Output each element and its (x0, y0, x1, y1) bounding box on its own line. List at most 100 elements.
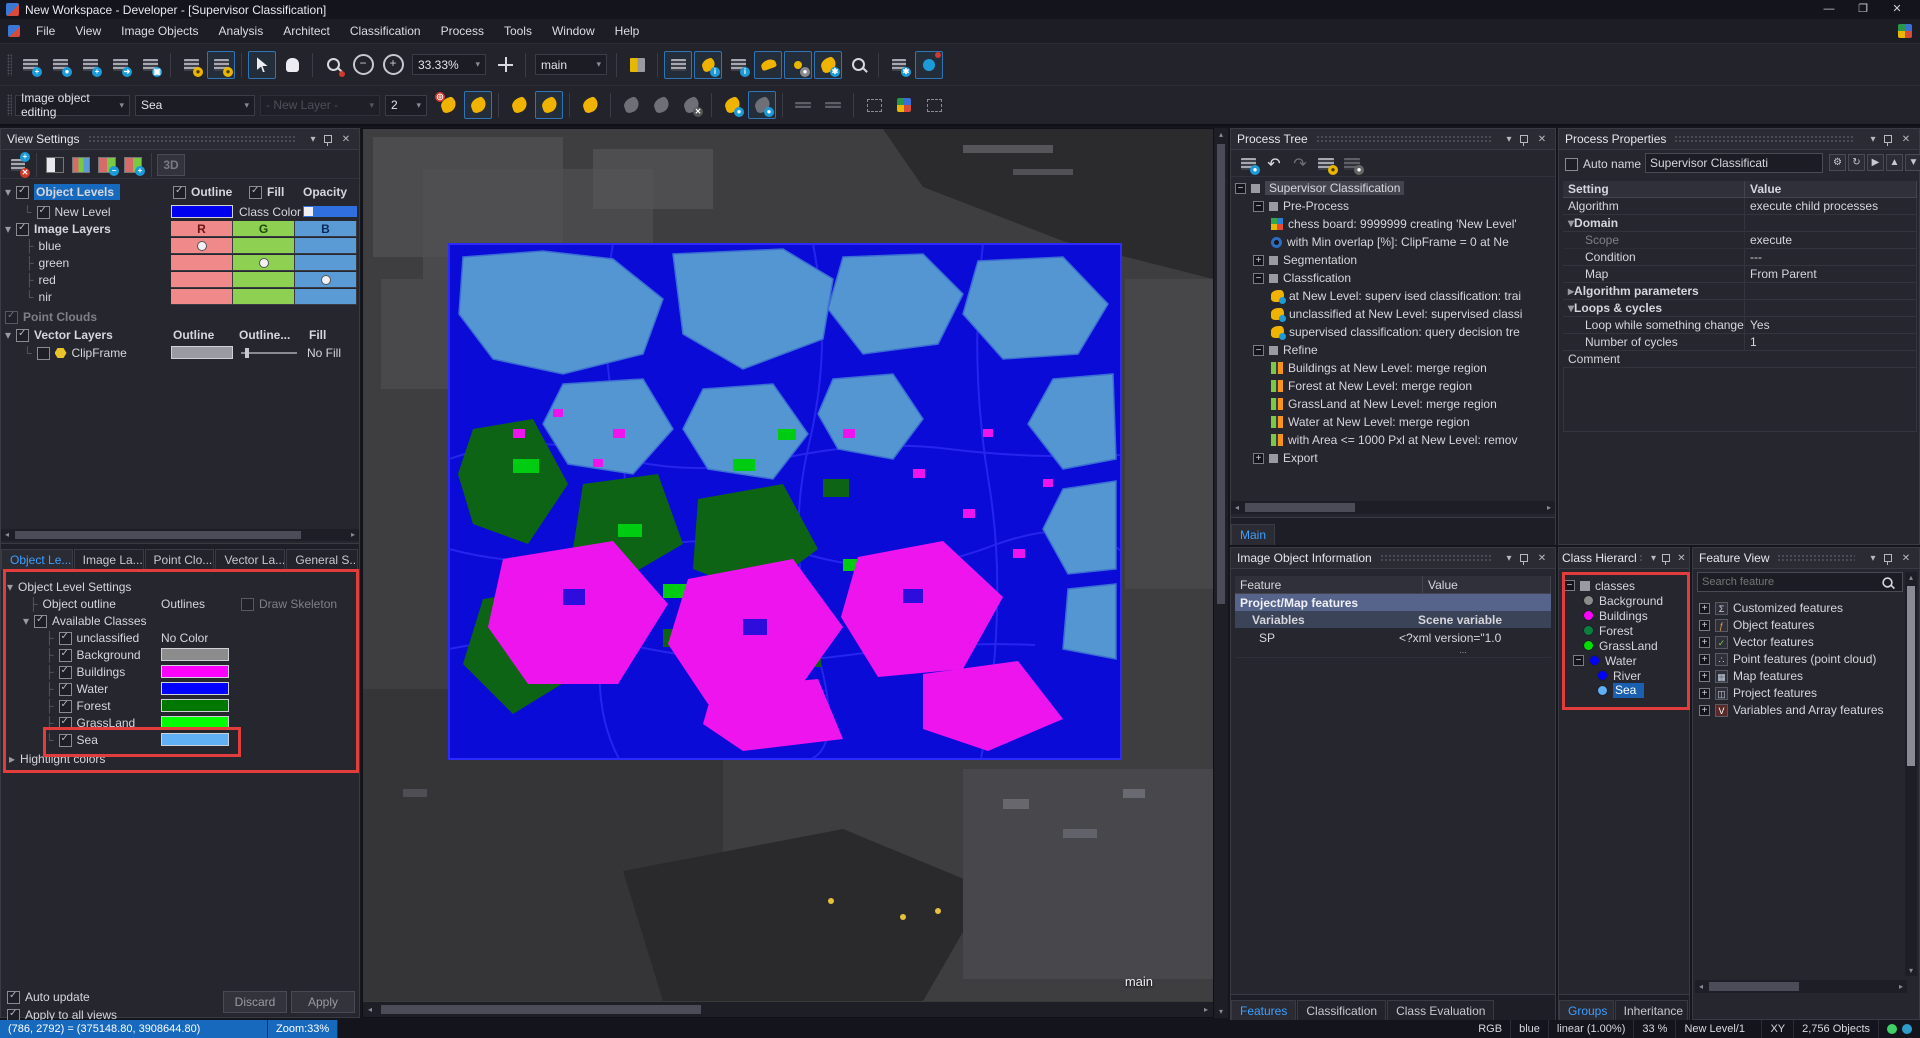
close-panel-icon[interactable]: ✕ (1677, 553, 1686, 564)
move-down-icon[interactable]: ▼ (1905, 154, 1920, 171)
view-samples-icon[interactable]: i (724, 51, 752, 79)
zoom-out-icon[interactable]: − (349, 51, 377, 79)
vector-layers-checkbox[interactable] (16, 329, 29, 342)
level-outline-swatch[interactable] (171, 205, 233, 218)
zoom-level-combo[interactable]: 33.33%▾ (412, 54, 486, 75)
process-row[interactable]: unclassified at New Level: supervised cl… (1231, 305, 1555, 323)
toolbar-grip[interactable] (7, 54, 12, 76)
image-layers-row[interactable]: ▾ Image Layers (5, 221, 111, 237)
edit-level-icon[interactable]: ✕+ (5, 153, 31, 177)
menu-process[interactable]: Process (431, 24, 494, 38)
setting-column-header[interactable]: Setting (1563, 181, 1745, 198)
process-row[interactable]: −Classfication (1231, 269, 1555, 287)
expander-icon[interactable]: ▸ (9, 752, 15, 766)
close-panel-icon[interactable]: ✕ (1899, 134, 1913, 145)
vector-layers-row[interactable]: ▾ Vector Layers (5, 327, 113, 343)
view-layer-icon[interactable] (664, 51, 692, 79)
object-levels-row[interactable]: ▾ Object Levels (5, 184, 120, 200)
remove-layer-view-icon[interactable]: − (94, 153, 120, 177)
threed-view-button[interactable]: 3D (157, 154, 185, 176)
delete-stack-icon[interactable]: ● (1339, 152, 1365, 176)
feature-item-variables[interactable]: +V Variables and Array features (1699, 702, 1884, 718)
measure-icon[interactable] (819, 91, 847, 119)
class-row-background[interactable]: ├ Background (45, 647, 141, 663)
new-level-checkbox[interactable] (37, 206, 50, 219)
vertex-edit-icon[interactable] (789, 91, 817, 119)
cursor-tool-icon[interactable] (248, 51, 276, 79)
status-color-mode[interactable]: RGB (1470, 1020, 1511, 1038)
add-layer-view-icon[interactable]: + (120, 153, 146, 177)
tab-point-clouds[interactable]: Point Clo... (145, 549, 215, 570)
process-name-input[interactable]: Supervisor Classificati (1645, 153, 1823, 173)
layer-combo[interactable]: - New Layer -▾ (260, 95, 380, 116)
outline-width-slider[interactable] (241, 352, 297, 354)
cut-object-icon[interactable]: ✕ (677, 91, 705, 119)
status-percent[interactable]: 33 % (1634, 1020, 1676, 1038)
draw-polygon-icon[interactable] (915, 51, 943, 79)
tab-features[interactable]: Features (1231, 1000, 1296, 1021)
execute-stack-icon[interactable]: ● (1313, 152, 1339, 176)
process-row[interactable]: Water at New Level: merge region (1231, 413, 1555, 431)
zoom-in-icon[interactable]: + (379, 51, 407, 79)
save-project-icon[interactable]: ● (177, 51, 205, 79)
channel-cell[interactable] (233, 255, 295, 271)
hierarchy-row-water[interactable]: − Water (1573, 653, 1637, 668)
class-row-water[interactable]: ├ Water (45, 681, 108, 697)
active-class-combo[interactable]: Sea▾ (135, 95, 255, 116)
map-viewer[interactable]: main ◂ ▸ (362, 128, 1214, 1018)
feature-view-hscrollbar[interactable]: ◂ ▸ (1695, 980, 1907, 993)
crop-scene-icon[interactable] (860, 91, 888, 119)
process-row[interactable]: with Area <= 1000 Pxl at New Level: remo… (1231, 431, 1555, 449)
menu-image-objects[interactable]: Image Objects (111, 24, 208, 38)
feature-column-header[interactable]: Feature (1235, 576, 1423, 594)
class-row-sea[interactable]: └ Sea (45, 732, 98, 748)
pin-icon[interactable] (1884, 554, 1892, 562)
close-panel-icon[interactable]: ✕ (339, 134, 353, 145)
object-outline-row[interactable]: ├ Object outline (29, 596, 116, 612)
feature-search-box[interactable] (1697, 572, 1903, 592)
feature-item-vector[interactable]: +✓ Vector features (1699, 634, 1814, 650)
class-color-swatch[interactable] (161, 648, 229, 661)
pan-window-icon[interactable] (491, 51, 519, 79)
comment-row[interactable]: Comment (1563, 351, 1917, 368)
class-color-swatch[interactable] (161, 716, 229, 729)
panel-menu-icon[interactable]: ▾ (306, 134, 320, 145)
tab-groups[interactable]: Groups (1559, 1000, 1614, 1021)
process-row[interactable]: supervised classification: query decisio… (1231, 323, 1555, 341)
close-button[interactable]: ✕ (1880, 0, 1914, 19)
clipframe-outline-swatch[interactable] (171, 346, 233, 359)
workspace-grid-icon[interactable]: ✱ (885, 51, 913, 79)
hierarchy-row-buildings[interactable]: Buildings (1583, 608, 1648, 623)
channel-cell[interactable] (295, 272, 357, 288)
edit-mode-combo[interactable]: Image object editing▾ (15, 95, 130, 116)
save-ruleset-icon[interactable]: ● (1235, 152, 1261, 176)
select-sample-icon[interactable]: ◎ (434, 91, 462, 119)
tab-classification[interactable]: Classification (1297, 1000, 1386, 1021)
class-checkbox[interactable] (59, 683, 72, 696)
settings-gear-icon[interactable]: ⚙ (1829, 154, 1846, 171)
panel-menu-icon[interactable]: ▾ (1866, 134, 1880, 145)
property-row[interactable]: Condition (1563, 249, 1745, 266)
single-selection-icon[interactable] (576, 91, 604, 119)
sp-row[interactable]: SP <?xml version="1.0 ... (1235, 628, 1551, 658)
layer-row-nir[interactable]: └nir (25, 289, 52, 305)
hierarchy-row-river[interactable]: River (1597, 668, 1641, 683)
property-group-row[interactable]: ▸Algorithm parameters (1563, 283, 1745, 300)
channel-cell[interactable] (171, 238, 233, 254)
outline-checkbox[interactable] (173, 186, 186, 199)
image-object-tree-icon[interactable]: ● (784, 51, 812, 79)
ols-root-row[interactable]: ▾ Object Level Settings (7, 579, 131, 595)
draw-skeleton-checkbox[interactable] (241, 598, 254, 611)
tab-class-evaluation[interactable]: Class Evaluation (1387, 1000, 1494, 1021)
status-axes[interactable]: XY (1762, 1020, 1794, 1038)
process-row[interactable]: Forest at New Level: merge region (1231, 377, 1555, 395)
class-checkbox[interactable] (59, 700, 72, 713)
sample-brush-icon[interactable] (505, 91, 533, 119)
new-level-row[interactable]: └ New Level (23, 204, 111, 220)
draw-skeleton-row[interactable]: Draw Skeleton (241, 596, 337, 612)
image-layers-checkbox[interactable] (16, 223, 29, 236)
viewer-hscrollbar[interactable]: ◂ ▸ (363, 1002, 1213, 1017)
highlight-colors-row[interactable]: ▸ Hightlight colors (9, 751, 105, 767)
class-checkbox[interactable] (59, 632, 72, 645)
clipframe-checkbox[interactable] (37, 347, 50, 360)
